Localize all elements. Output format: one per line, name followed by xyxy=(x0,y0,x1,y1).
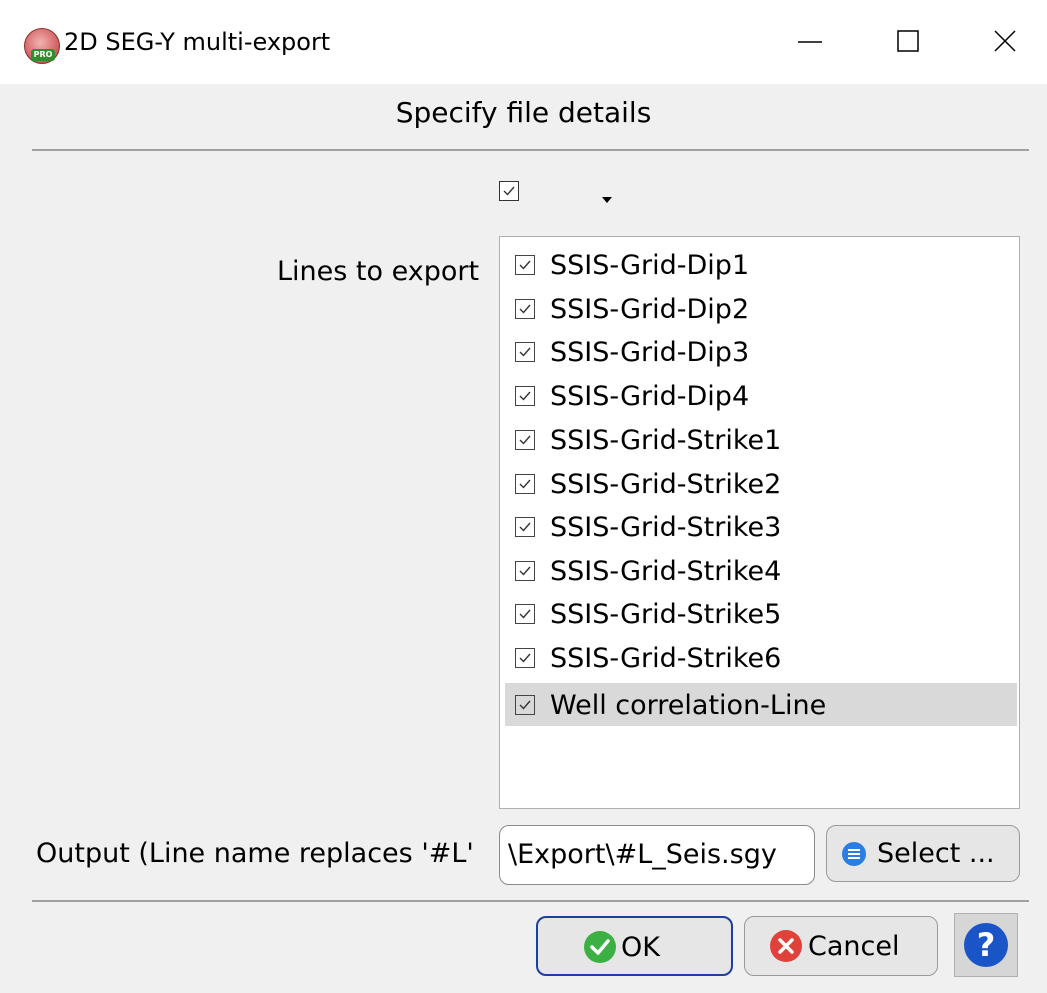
select-all-checkbox[interactable] xyxy=(499,181,519,201)
list-item[interactable]: SSIS-Grid-Strike2 xyxy=(505,462,1017,505)
dropdown-arrow-icon[interactable] xyxy=(600,192,614,203)
item-checkbox[interactable] xyxy=(515,255,535,275)
cancel-button[interactable]: Cancel xyxy=(744,916,938,976)
item-checkbox[interactable] xyxy=(515,561,535,581)
ok-button-label: OK xyxy=(621,932,660,963)
list-item-label: SSIS-Grid-Strike6 xyxy=(550,643,782,674)
item-checkbox[interactable] xyxy=(515,342,535,362)
list-item-label: SSIS-Grid-Strike5 xyxy=(550,599,782,630)
list-item-label: SSIS-Grid-Strike2 xyxy=(550,469,782,500)
list-item-label: SSIS-Grid-Dip3 xyxy=(550,337,750,368)
page-title: Specify file details xyxy=(395,96,652,129)
ok-button[interactable]: OK xyxy=(536,916,733,976)
list-item[interactable]: SSIS-Grid-Dip3 xyxy=(505,330,1017,373)
title-bar: PRO 2D SEG-Y multi-export xyxy=(0,0,1047,84)
list-item-label: SSIS-Grid-Dip2 xyxy=(550,294,750,325)
lines-to-export-label: Lines to export xyxy=(277,256,480,287)
list-item-label: SSIS-Grid-Dip1 xyxy=(550,250,750,281)
list-item[interactable]: SSIS-Grid-Dip4 xyxy=(505,374,1017,417)
help-icon: ? xyxy=(963,922,1009,973)
list-item-label: SSIS-Grid-Strike1 xyxy=(550,425,782,456)
lines-listbox[interactable]: SSIS-Grid-Dip1 SSIS-Grid-Dip2 SSIS-Grid-… xyxy=(499,236,1020,809)
cancel-x-icon xyxy=(769,929,803,970)
item-checkbox[interactable] xyxy=(515,517,535,537)
minimize-icon[interactable] xyxy=(790,22,830,62)
output-path-field[interactable] xyxy=(499,825,815,885)
close-icon[interactable] xyxy=(985,22,1025,62)
app-pro-icon: PRO xyxy=(24,28,60,64)
output-label: Output (Line name replaces '#L' xyxy=(36,838,474,869)
divider-top xyxy=(32,149,1029,151)
item-checkbox[interactable] xyxy=(515,430,535,450)
help-button[interactable]: ? xyxy=(954,913,1018,977)
output-path-input[interactable] xyxy=(500,826,810,882)
select-button[interactable]: Select ... xyxy=(826,825,1020,882)
item-checkbox[interactable] xyxy=(515,299,535,319)
item-checkbox[interactable] xyxy=(515,604,535,624)
ok-check-icon xyxy=(583,930,617,971)
item-checkbox[interactable] xyxy=(515,695,535,715)
list-item[interactable]: SSIS-Grid-Strike1 xyxy=(505,418,1017,461)
maximize-icon[interactable] xyxy=(887,22,927,62)
list-item-label: Well correlation-Line xyxy=(550,690,827,721)
select-list-icon xyxy=(841,841,867,874)
select-button-label: Select ... xyxy=(877,838,995,869)
list-item[interactable]: SSIS-Grid-Strike5 xyxy=(505,592,1017,635)
window-title: 2D SEG-Y multi-export xyxy=(64,28,331,56)
cancel-button-label: Cancel xyxy=(808,931,900,962)
list-item-label: SSIS-Grid-Strike3 xyxy=(550,512,782,543)
list-item-label: SSIS-Grid-Dip4 xyxy=(550,381,750,412)
list-item[interactable]: SSIS-Grid-Strike3 xyxy=(505,505,1017,548)
list-item[interactable]: SSIS-Grid-Dip1 xyxy=(505,243,1017,286)
item-checkbox[interactable] xyxy=(515,474,535,494)
list-item-selected[interactable]: Well correlation-Line xyxy=(505,683,1017,726)
list-item[interactable]: SSIS-Grid-Dip2 xyxy=(505,287,1017,330)
list-item[interactable]: SSIS-Grid-Strike4 xyxy=(505,549,1017,592)
list-item-label: SSIS-Grid-Strike4 xyxy=(550,556,782,587)
divider-bottom xyxy=(32,900,1029,902)
svg-text:?: ? xyxy=(977,926,996,964)
item-checkbox[interactable] xyxy=(515,648,535,668)
list-item[interactable]: SSIS-Grid-Strike6 xyxy=(505,636,1017,679)
item-checkbox[interactable] xyxy=(515,386,535,406)
